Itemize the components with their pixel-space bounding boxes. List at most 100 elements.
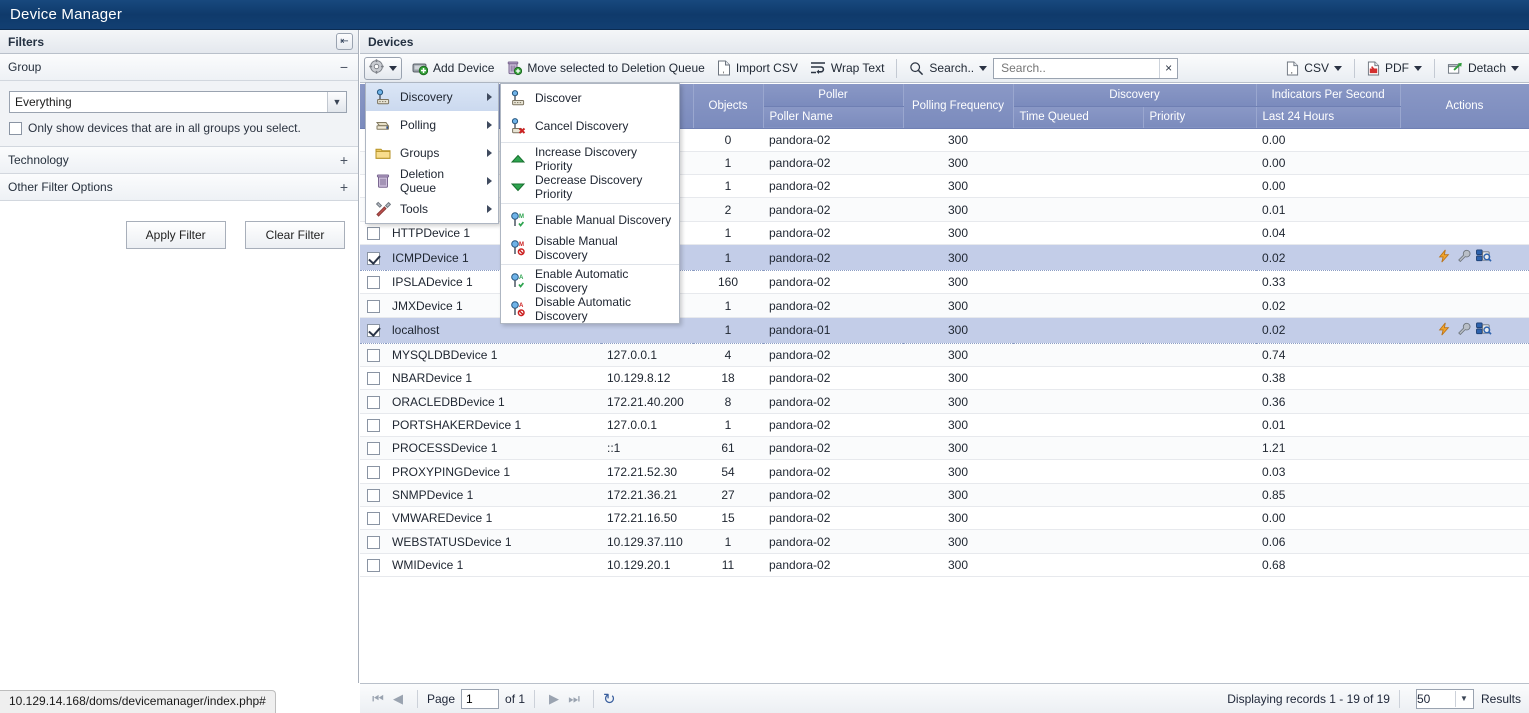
- collapse-left-icon[interactable]: ⇤: [336, 33, 353, 50]
- row-select-cell[interactable]: [360, 316, 386, 344]
- submenu-item-disable-auto-discovery[interactable]: A Disable Automatic Discovery: [501, 295, 679, 323]
- cell-actions[interactable]: [1400, 553, 1529, 578]
- header-polling-frequency[interactable]: Polling Frequency: [903, 84, 1014, 129]
- header-poller-name[interactable]: Poller Name: [763, 106, 904, 129]
- row-select-cell[interactable]: [360, 483, 386, 508]
- wrench-icon[interactable]: [1457, 250, 1471, 266]
- row-select-cell[interactable]: [360, 366, 386, 391]
- cell-actions[interactable]: [1400, 436, 1529, 461]
- header-priority[interactable]: Priority: [1143, 106, 1257, 129]
- plus-icon[interactable]: +: [340, 147, 348, 174]
- import-csv-button[interactable]: , Import CSV: [711, 57, 804, 80]
- row-select-cell[interactable]: [360, 293, 386, 318]
- submenu-item-increase-priority[interactable]: Increase Discovery Priority: [501, 145, 679, 173]
- device-search-icon[interactable]: [1475, 249, 1492, 266]
- table-row[interactable]: NBARDevice 1 10.129.8.12 18 pandora-02 300 0.…: [360, 366, 1529, 391]
- submenu-item-decrease-priority[interactable]: Decrease Discovery Priority: [501, 173, 679, 201]
- menu-item-tools[interactable]: Tools: [366, 195, 498, 223]
- cell-actions[interactable]: [1400, 506, 1529, 531]
- menu-item-deletion-queue[interactable]: Deletion Queue: [366, 167, 498, 195]
- header-objects[interactable]: Objects: [693, 84, 764, 129]
- row-checkbox[interactable]: [366, 227, 380, 241]
- row-select-cell[interactable]: [360, 529, 386, 554]
- header-discovery-group[interactable]: Discovery: [1013, 84, 1257, 107]
- submenu-item-disable-manual-discovery[interactable]: M Disable Manual Discovery: [501, 234, 679, 262]
- row-select-cell[interactable]: [360, 459, 386, 484]
- move-to-deletion-queue-button[interactable]: Move selected to Deletion Queue: [500, 57, 710, 80]
- cell-actions[interactable]: [1400, 244, 1529, 272]
- minus-icon[interactable]: −: [340, 54, 348, 81]
- header-last-24-hours[interactable]: Last 24 Hours: [1256, 106, 1401, 129]
- submenu-item-enable-manual-discovery[interactable]: M Enable Manual Discovery: [501, 206, 679, 234]
- row-checkbox[interactable]: [366, 512, 380, 526]
- search-input[interactable]: [999, 60, 1158, 76]
- row-select-cell[interactable]: [360, 221, 386, 246]
- menu-item-discovery[interactable]: Discovery: [366, 83, 498, 111]
- detach-button[interactable]: Detach: [1441, 57, 1525, 80]
- table-row[interactable]: PROCESSDevice 1::1 61 pandora-02 300 1.21: [360, 436, 1529, 461]
- cell-actions[interactable]: [1400, 366, 1529, 391]
- first-page-icon[interactable]: ⏮: [368, 691, 388, 707]
- row-select-cell[interactable]: [360, 244, 386, 272]
- lightning-icon[interactable]: [1437, 322, 1451, 339]
- row-checkbox[interactable]: [366, 299, 380, 313]
- cell-actions[interactable]: [1400, 174, 1529, 199]
- table-row[interactable]: ORACLEDBDevice 1 172.21.40.200 8 pandora-02…: [360, 389, 1529, 414]
- cell-actions[interactable]: [1400, 343, 1529, 368]
- menu-item-groups[interactable]: Groups: [366, 139, 498, 167]
- header-poller-group[interactable]: Poller: [763, 84, 904, 107]
- table-row[interactable]: WMIDevice 1 10.129.20.1 11 pandora-02 300 0.6…: [360, 553, 1529, 578]
- row-checkbox[interactable]: [366, 535, 380, 549]
- row-checkbox[interactable]: [366, 324, 380, 338]
- row-checkbox[interactable]: [366, 489, 380, 503]
- last-page-icon[interactable]: ⏭: [564, 691, 584, 707]
- chevron-down-icon[interactable]: ▼: [327, 92, 346, 112]
- cell-actions[interactable]: [1400, 389, 1529, 414]
- filter-section-other[interactable]: Other Filter Options +: [0, 174, 358, 201]
- row-select-cell[interactable]: [360, 506, 386, 531]
- chevron-down-icon[interactable]: ▼: [1454, 690, 1472, 707]
- row-select-cell[interactable]: [360, 343, 386, 368]
- group-select-value[interactable]: Everything: [9, 91, 347, 113]
- row-select-cell[interactable]: [360, 389, 386, 414]
- device-search-icon[interactable]: [1475, 322, 1492, 339]
- refresh-icon[interactable]: ↻: [603, 690, 616, 708]
- lightning-icon[interactable]: [1437, 249, 1451, 266]
- row-select-cell[interactable]: [360, 413, 386, 438]
- cell-actions[interactable]: [1400, 483, 1529, 508]
- wrap-text-button[interactable]: Wrap Text: [804, 57, 891, 80]
- group-select[interactable]: Everything ▼: [9, 91, 347, 113]
- plus-icon[interactable]: +: [340, 174, 348, 201]
- table-row[interactable]: PROXYPINGDevice 1 172.21.52.30 54 pandora-0…: [360, 459, 1529, 484]
- next-page-icon[interactable]: ▶: [544, 691, 564, 707]
- table-row[interactable]: WEBSTATUSDevice 1 10.129.37.110 1 pandora-0…: [360, 529, 1529, 554]
- filter-section-technology[interactable]: Technology +: [0, 147, 358, 174]
- results-per-page-select[interactable]: 50 ▼: [1415, 688, 1474, 709]
- row-checkbox[interactable]: [366, 559, 380, 573]
- only-all-groups-checkbox[interactable]: [9, 121, 22, 135]
- submenu-item-enable-auto-discovery[interactable]: A Enable Automatic Discovery: [501, 267, 679, 295]
- row-checkbox[interactable]: [366, 372, 380, 386]
- table-row[interactable]: MYSQLDBDevice 1 127.0.0.1 4 pandora-02 300 0.…: [360, 343, 1529, 368]
- cell-actions[interactable]: [1400, 459, 1529, 484]
- header-actions[interactable]: Actions: [1400, 84, 1529, 129]
- export-pdf-button[interactable]: PDF: [1361, 57, 1428, 80]
- row-checkbox[interactable]: [366, 442, 380, 456]
- row-select-cell[interactable]: [360, 270, 386, 295]
- cell-actions[interactable]: [1400, 197, 1529, 222]
- clear-filter-button[interactable]: Clear Filter: [245, 221, 345, 249]
- table-row[interactable]: VMWAREDevice 1 172.21.16.50 15 pandora-02 30…: [360, 506, 1529, 531]
- cell-actions[interactable]: [1400, 151, 1529, 176]
- row-checkbox[interactable]: [366, 251, 380, 265]
- submenu-item-discover[interactable]: Discover: [501, 84, 679, 112]
- row-checkbox[interactable]: [366, 465, 380, 479]
- cell-actions[interactable]: [1400, 128, 1529, 152]
- apply-filter-button[interactable]: Apply Filter: [125, 221, 226, 249]
- row-checkbox[interactable]: [366, 395, 380, 409]
- row-select-cell[interactable]: [360, 553, 386, 578]
- search-dropdown-button[interactable]: Search..: [903, 57, 993, 80]
- table-row[interactable]: PORTSHAKERDevice 1 127.0.0.1 1 pandora-02 30…: [360, 413, 1529, 438]
- submenu-item-cancel-discovery[interactable]: Cancel Discovery: [501, 112, 679, 140]
- cell-actions[interactable]: [1400, 221, 1529, 246]
- table-row[interactable]: SNMPDevice 1 172.21.36.21 27 pandora-02 300 0…: [360, 483, 1529, 508]
